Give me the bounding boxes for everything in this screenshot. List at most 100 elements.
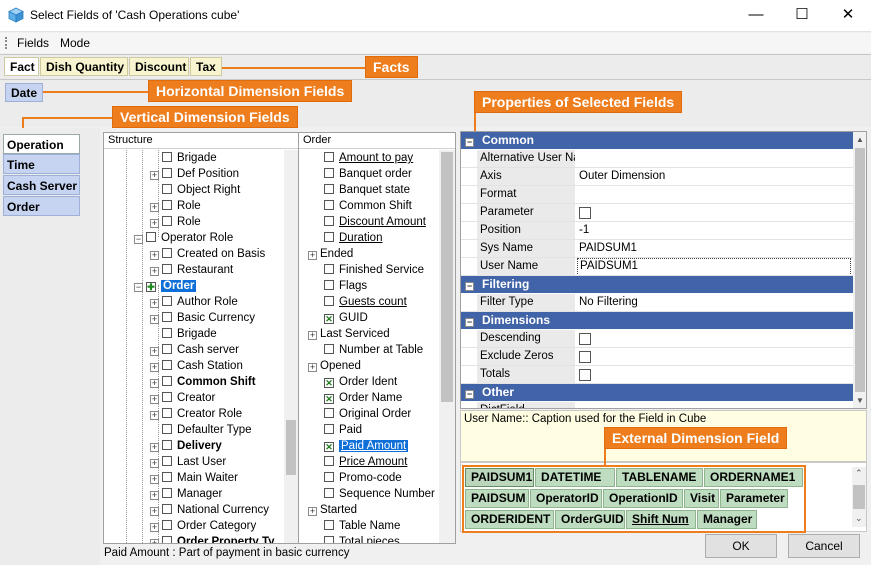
checkbox-icon[interactable] bbox=[324, 264, 334, 274]
checkbox-icon[interactable] bbox=[162, 264, 172, 274]
scroll-up-icon[interactable]: ▲ bbox=[856, 135, 864, 144]
property-category[interactable]: − Filtering bbox=[461, 276, 853, 293]
field-list-item[interactable]: Finished Service bbox=[299, 262, 439, 278]
property-row[interactable]: Position -1 bbox=[461, 222, 853, 240]
property-row[interactable]: DictField bbox=[461, 402, 853, 408]
checkbox-icon[interactable] bbox=[324, 536, 334, 543]
tree-node[interactable]: + Def Position bbox=[104, 166, 284, 182]
menu-mode[interactable]: Mode bbox=[60, 36, 90, 50]
close-button[interactable]: ✕ bbox=[825, 0, 871, 32]
property-value[interactable]: Outer Dimension bbox=[577, 168, 665, 185]
chevron-up-icon[interactable]: ⌃ bbox=[855, 468, 863, 479]
external-field[interactable]: OperatorID bbox=[530, 489, 602, 508]
order-scroll-thumb[interactable] bbox=[441, 152, 453, 402]
order-scrollbar[interactable] bbox=[439, 150, 455, 543]
checkbox-icon[interactable] bbox=[324, 168, 334, 178]
checkbox-icon[interactable] bbox=[324, 296, 334, 306]
field-list-item[interactable]: Common Shift bbox=[299, 198, 439, 214]
property-row[interactable]: User Name PAIDSUM1 bbox=[461, 258, 853, 276]
tree-node[interactable]: + Creator bbox=[104, 390, 284, 406]
checkbox-icon[interactable] bbox=[162, 376, 172, 386]
field-list-item[interactable]: + Opened bbox=[299, 358, 439, 374]
expand-icon[interactable]: + bbox=[150, 523, 159, 532]
field-list-item[interactable]: Guests count bbox=[299, 294, 439, 310]
field-list-item[interactable]: + Ended bbox=[299, 246, 439, 262]
external-field[interactable]: Parameter bbox=[720, 489, 788, 508]
field-list-item[interactable]: Banquet order bbox=[299, 166, 439, 182]
expand-icon[interactable]: + bbox=[150, 219, 159, 228]
external-field[interactable]: Shift Num bbox=[626, 510, 696, 529]
property-row[interactable]: Parameter bbox=[461, 204, 853, 222]
fact-tab-tax[interactable]: Tax bbox=[190, 57, 222, 76]
collapse-icon[interactable]: − bbox=[465, 390, 474, 399]
checkbox-icon[interactable] bbox=[324, 424, 334, 434]
checkbox-icon[interactable] bbox=[162, 312, 172, 322]
checkbox-icon[interactable] bbox=[162, 344, 172, 354]
checked-checkbox-icon[interactable]: ✕ bbox=[324, 378, 334, 388]
tree-node[interactable]: + Role bbox=[104, 198, 284, 214]
field-list-item[interactable]: Original Order bbox=[299, 406, 439, 422]
field-list-item[interactable]: Duration bbox=[299, 230, 439, 246]
checkbox-icon[interactable] bbox=[324, 200, 334, 210]
structure-scrollbar[interactable] bbox=[284, 150, 298, 543]
collapse-icon[interactable]: − bbox=[465, 282, 474, 291]
property-value[interactable]: PAIDSUM1 bbox=[577, 240, 637, 257]
checkbox-icon[interactable] bbox=[162, 168, 172, 178]
checkbox-icon[interactable] bbox=[579, 333, 591, 345]
expand-icon[interactable]: + bbox=[150, 379, 159, 388]
property-value[interactable]: PAIDSUM1 bbox=[577, 258, 851, 275]
expand-icon[interactable]: + bbox=[150, 475, 159, 484]
expand-icon[interactable]: + bbox=[150, 443, 159, 452]
checkbox-icon[interactable] bbox=[324, 232, 334, 242]
external-field[interactable]: PAIDSUM bbox=[465, 489, 529, 508]
property-row[interactable]: Alternative User Na bbox=[461, 150, 853, 168]
property-category[interactable]: − Dimensions bbox=[461, 312, 853, 329]
fact-tab-discount[interactable]: Discount bbox=[129, 57, 189, 76]
minimize-button[interactable]: — bbox=[733, 0, 779, 32]
collapse-icon[interactable]: − bbox=[134, 235, 143, 244]
checkbox-icon[interactable] bbox=[162, 536, 172, 543]
external-field[interactable]: ORDERNAME1 bbox=[704, 468, 803, 487]
checkbox-icon[interactable] bbox=[162, 472, 172, 482]
property-checkbox[interactable] bbox=[577, 330, 596, 347]
tree-node[interactable]: + Main Waiter bbox=[104, 470, 284, 486]
external-field[interactable]: PAIDSUM1 bbox=[465, 468, 534, 487]
chevron-down-icon[interactable]: ⌄ bbox=[855, 513, 863, 524]
expand-icon[interactable]: + bbox=[150, 267, 159, 276]
expand-icon[interactable]: + bbox=[150, 203, 159, 212]
property-row[interactable]: Totals bbox=[461, 366, 853, 384]
collapse-icon[interactable]: − bbox=[465, 138, 474, 147]
field-list-item[interactable]: Discount Amount bbox=[299, 214, 439, 230]
properties-scroll-thumb[interactable] bbox=[855, 148, 865, 392]
checkbox-icon[interactable] bbox=[162, 360, 172, 370]
checkbox-icon[interactable] bbox=[146, 232, 156, 242]
vertical-field-operation[interactable]: Operation bbox=[3, 134, 80, 154]
tree-node[interactable]: + Order Property Ty bbox=[104, 534, 284, 543]
checkbox-icon[interactable] bbox=[162, 216, 172, 226]
expand-icon[interactable]: + bbox=[308, 251, 317, 260]
field-list-item[interactable]: Banquet state bbox=[299, 182, 439, 198]
vertical-field-cash-server[interactable]: Cash Server bbox=[3, 175, 80, 195]
property-row[interactable]: Format bbox=[461, 186, 853, 204]
maximize-button[interactable]: ☐ bbox=[779, 0, 825, 32]
checkbox-icon[interactable] bbox=[324, 472, 334, 482]
scroll-down-icon[interactable]: ▼ bbox=[856, 396, 864, 405]
checkbox-icon[interactable] bbox=[162, 408, 172, 418]
checkbox-icon[interactable] bbox=[579, 207, 591, 219]
field-list-item[interactable]: Paid bbox=[299, 422, 439, 438]
checkbox-icon[interactable] bbox=[162, 440, 172, 450]
checkbox-icon[interactable] bbox=[324, 408, 334, 418]
checkbox-icon[interactable] bbox=[324, 456, 334, 466]
fact-tab-fact[interactable]: Fact bbox=[4, 57, 39, 76]
field-list-item[interactable]: Table Name bbox=[299, 518, 439, 534]
tree-node[interactable]: + Basic Currency bbox=[104, 310, 284, 326]
vertical-field-time[interactable]: Time bbox=[3, 154, 80, 174]
checkbox-icon[interactable] bbox=[162, 504, 172, 514]
property-checkbox[interactable] bbox=[577, 348, 596, 365]
checked-checkbox-icon[interactable]: ✚ bbox=[146, 282, 156, 292]
checkbox-icon[interactable] bbox=[579, 351, 591, 363]
field-list-item[interactable]: Amount to pay bbox=[299, 150, 439, 166]
property-row[interactable]: Exclude Zeros bbox=[461, 348, 853, 366]
checkbox-icon[interactable] bbox=[162, 296, 172, 306]
fact-tab-dish-quantity[interactable]: Dish Quantity bbox=[40, 57, 128, 76]
